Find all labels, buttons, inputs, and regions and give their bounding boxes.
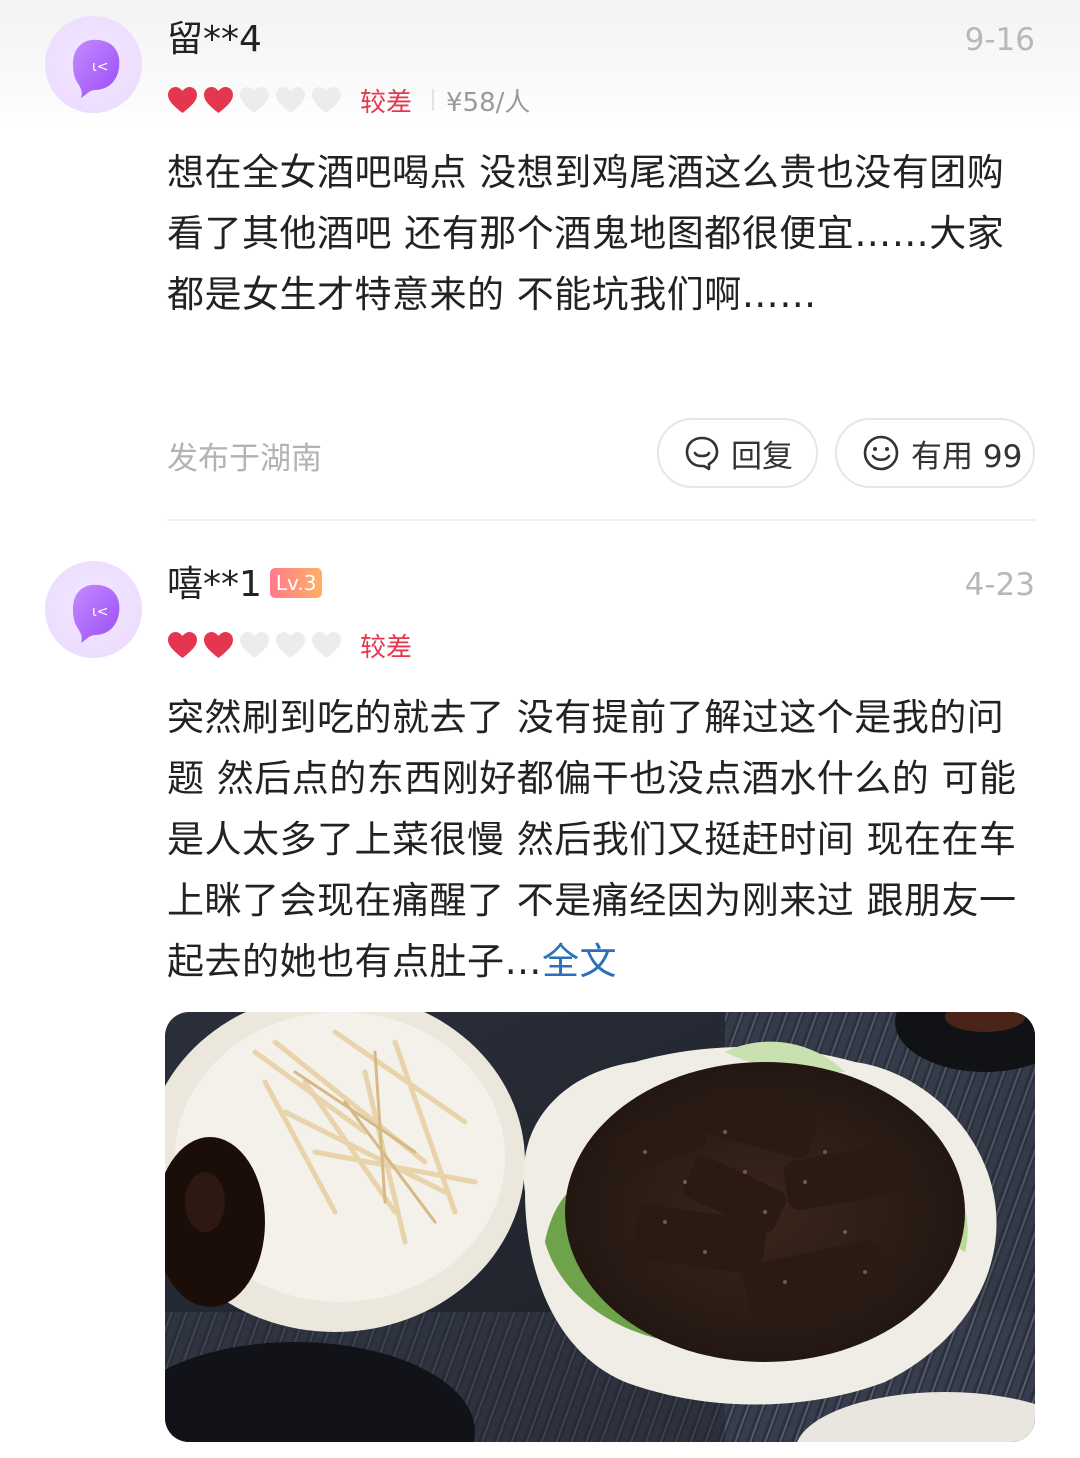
avatar-ghost-icon: ι< xyxy=(73,39,120,98)
rating-row: 较差 xyxy=(167,625,412,665)
username-text[interactable]: 留**4 xyxy=(167,19,262,60)
heart-icon xyxy=(276,631,305,659)
rating-label: 较差 xyxy=(360,87,413,118)
level-badge: Lv.3 xyxy=(269,568,323,598)
food-photo xyxy=(165,1012,1035,1442)
username[interactable]: 留**4 xyxy=(167,18,262,62)
review-text: 突然刷到吃的就去了 没有提前了解过这个是我的问题 然后点的东西刚好都偏干也没点酒… xyxy=(167,687,1037,992)
heart-icon xyxy=(204,631,233,659)
avatar-ghost-icon: ι< xyxy=(73,584,120,643)
svg-text:ι<: ι< xyxy=(92,59,108,75)
username-text[interactable]: 嘻**1 xyxy=(167,564,262,605)
heart-rating xyxy=(167,631,347,659)
reply-bubble-icon xyxy=(685,436,719,471)
heart-rating xyxy=(167,86,347,114)
review-divider xyxy=(167,519,1035,521)
heart-icon xyxy=(276,86,305,114)
review-feed: ι< 留**4 9-16 较差 ¥58/人 想在全女酒吧喝点 没想到鸡尾酒这么贵… xyxy=(0,0,1080,1458)
rating-label: 较差 xyxy=(360,632,413,663)
reply-label: 回复 xyxy=(731,438,793,475)
price-per-person: ¥58/人 xyxy=(446,87,531,118)
heart-icon xyxy=(312,631,341,659)
username[interactable]: 嘻**1 Lv.3 xyxy=(167,563,323,607)
useful-button[interactable]: 有用 99 xyxy=(835,418,1035,488)
top-fade xyxy=(0,0,1080,125)
useful-label: 有用 99 xyxy=(911,438,1023,475)
post-location: 发布于湖南 xyxy=(167,441,322,477)
review-text: 想在全女酒吧喝点 没想到鸡尾酒这么贵也没有团购 看了其他酒吧 还有那个酒鬼地图都… xyxy=(167,151,1005,316)
user-avatar[interactable]: ι< xyxy=(45,16,142,113)
review-photo[interactable] xyxy=(165,1012,1035,1442)
separator xyxy=(432,89,435,111)
heart-icon xyxy=(204,86,233,114)
svg-text:ι<: ι< xyxy=(92,604,108,620)
heart-icon xyxy=(168,631,197,659)
smile-icon xyxy=(863,435,899,471)
heart-icon xyxy=(240,631,269,659)
reply-button[interactable]: 回复 xyxy=(657,418,818,488)
read-full-link[interactable]: 全文 xyxy=(542,940,617,983)
heart-icon xyxy=(240,86,269,114)
review-date: 9-16 xyxy=(964,22,1035,58)
heart-icon xyxy=(312,86,341,114)
heart-icon xyxy=(168,86,197,114)
rating-row: 较差 ¥58/人 xyxy=(167,80,530,120)
user-avatar[interactable]: ι< xyxy=(45,561,142,658)
review-date: 4-23 xyxy=(964,567,1035,603)
